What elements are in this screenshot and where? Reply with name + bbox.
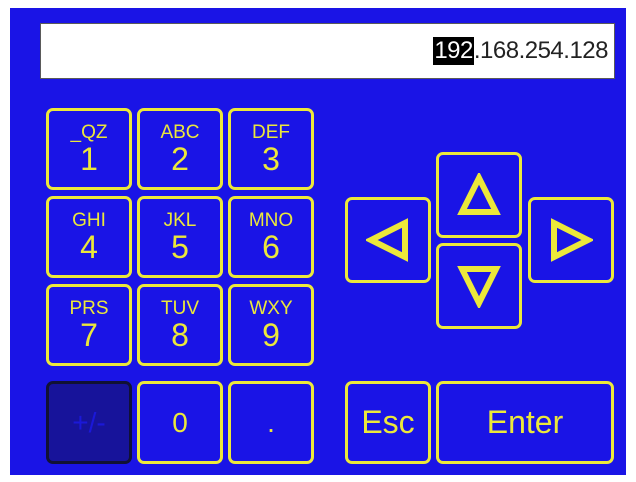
arrow-up-icon <box>457 173 501 215</box>
esc-button[interactable]: Esc <box>345 381 431 464</box>
key-4[interactable]: GHI 4 <box>46 196 132 278</box>
key-0[interactable]: 0 <box>137 381 223 464</box>
ip-address-field[interactable]: 192.168.254.128 <box>40 23 615 79</box>
enter-button[interactable]: Enter <box>436 381 614 464</box>
dot-key-label: . <box>267 406 275 438</box>
key-3-letters: DEF <box>252 122 290 143</box>
esc-button-label: Esc <box>361 404 415 440</box>
key-8-digit: 8 <box>171 317 189 353</box>
key-6-digit: 6 <box>262 229 280 265</box>
selected-octet: 192 <box>433 37 474 65</box>
arrow-down-icon <box>457 266 501 308</box>
key-0-digit: 0 <box>172 406 188 438</box>
key-7-digit: 7 <box>80 317 98 353</box>
sign-key[interactable]: +/- <box>46 381 132 464</box>
arrow-left-icon <box>366 218 408 262</box>
key-5-digit: 5 <box>171 229 189 265</box>
ip-address-rest: .168.254.128 <box>473 37 609 64</box>
key-9[interactable]: WXY 9 <box>228 284 314 366</box>
arrow-right-icon <box>551 218 593 262</box>
key-2-digit: 2 <box>171 141 189 177</box>
key-5-letters: JKL <box>163 210 197 231</box>
key-1-digit: 1 <box>80 141 98 177</box>
key-7[interactable]: PRS 7 <box>46 284 132 366</box>
key-6[interactable]: MNO 6 <box>228 196 314 278</box>
key-9-letters: WXY <box>249 298 293 319</box>
key-2[interactable]: ABC 2 <box>137 108 223 190</box>
key-2-letters: ABC <box>160 122 200 143</box>
arrow-up-button[interactable] <box>436 152 522 238</box>
key-4-digit: 4 <box>80 229 98 265</box>
key-9-digit: 9 <box>262 317 280 353</box>
enter-button-label: Enter <box>486 404 564 440</box>
key-1-letters: _QZ <box>70 122 108 143</box>
key-8-letters: TUV <box>161 298 199 319</box>
key-5[interactable]: JKL 5 <box>137 196 223 278</box>
arrow-left-button[interactable] <box>345 197 431 283</box>
key-3[interactable]: DEF 3 <box>228 108 314 190</box>
dot-key[interactable]: . <box>228 381 314 464</box>
key-1[interactable]: _QZ 1 <box>46 108 132 190</box>
key-3-digit: 3 <box>262 141 280 177</box>
sign-key-label: +/- <box>72 406 106 438</box>
key-7-letters: PRS <box>69 298 109 319</box>
keypad-screen: 192.168.254.128 _QZ 1 ABC 2 DEF 3 GHI 4 … <box>10 8 626 475</box>
arrow-right-button[interactable] <box>528 197 614 283</box>
key-8[interactable]: TUV 8 <box>137 284 223 366</box>
key-6-letters: MNO <box>248 210 294 231</box>
key-4-letters: GHI <box>72 210 106 231</box>
arrow-down-button[interactable] <box>436 243 522 329</box>
